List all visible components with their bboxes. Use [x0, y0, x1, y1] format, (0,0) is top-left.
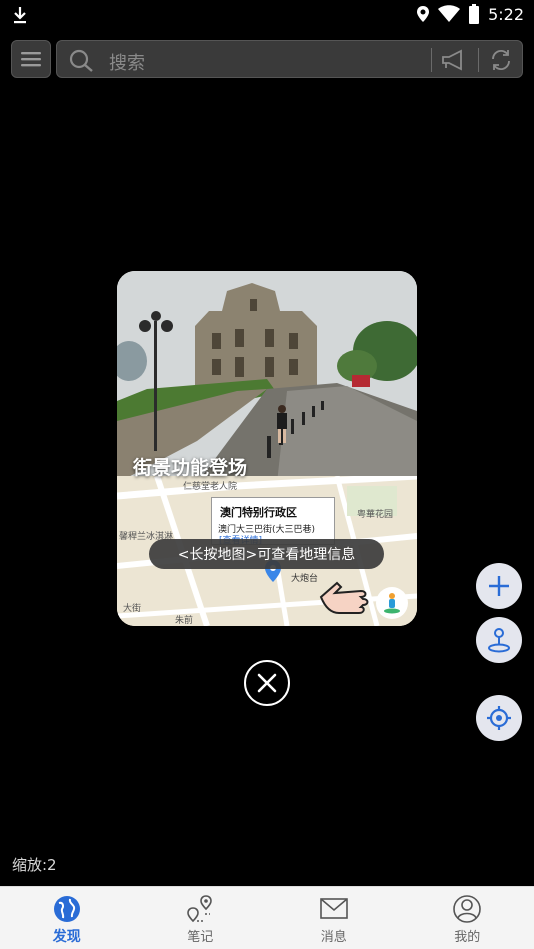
nav-messages[interactable]: 消息: [267, 887, 401, 949]
megaphone-icon: [442, 49, 462, 71]
divider: [431, 48, 432, 72]
nav-notes[interactable]: 笔记: [134, 887, 268, 949]
street-view-promo-card[interactable]: 仁慈堂老人院 粤華花园 馨稈兰冰淇淋 大炮台 大街 朱前 街景功能登场 澳门特别…: [117, 271, 417, 626]
location-icon: [417, 6, 430, 22]
map-label: 粤華花园: [357, 510, 394, 520]
zoom-level-label: 缩放:2: [12, 856, 57, 874]
bottom-navigation: 发现 笔记 消息 我的: [0, 886, 534, 949]
status-time: 5:22: [488, 4, 524, 24]
close-icon: [257, 673, 277, 693]
info-title: 澳门特别行政区: [220, 506, 297, 519]
globe-icon: [53, 896, 80, 922]
street-view-mini-button: [376, 587, 408, 619]
map-label: 仁慈堂老人院: [183, 482, 238, 492]
zoom-in-button[interactable]: [476, 563, 522, 609]
hamburger-icon: [21, 52, 41, 67]
search-icon: [69, 49, 93, 72]
refresh-icon: [492, 49, 510, 71]
search-input[interactable]: 搜索: [56, 40, 523, 78]
pegman-icon: [488, 628, 510, 653]
menu-button[interactable]: [11, 40, 51, 78]
pegman-icon: [384, 593, 400, 614]
divider: [478, 48, 479, 72]
toast-message: <长按地图>可查看地理信息: [149, 539, 384, 569]
wifi-icon: [438, 5, 461, 22]
street-view-button[interactable]: [476, 617, 522, 663]
plus-icon: [489, 576, 509, 596]
map-label: 大炮台: [291, 574, 319, 584]
nav-profile[interactable]: 我的: [401, 887, 534, 949]
refresh-button[interactable]: [487, 47, 515, 73]
promo-title: 街景功能登场: [133, 457, 248, 479]
nav-label: 笔记: [187, 930, 214, 945]
announcement-button[interactable]: [440, 47, 468, 73]
nav-label: 发现: [52, 929, 81, 945]
route-pin-icon: [187, 895, 213, 923]
envelope-icon: [319, 898, 348, 919]
search-placeholder: 搜索: [109, 53, 145, 74]
battery-icon: [469, 4, 480, 24]
street-view-photo: [117, 271, 417, 483]
crosshair-icon: [487, 706, 511, 730]
locate-me-button[interactable]: [476, 695, 522, 741]
map-label: 大街: [123, 604, 142, 614]
map-label: 朱前: [175, 616, 194, 626]
nav-discover[interactable]: 发现: [0, 887, 134, 949]
hand-pointer-icon: [319, 581, 369, 614]
download-icon: [14, 7, 26, 24]
nav-label: 消息: [320, 930, 347, 945]
status-bar: 5:22: [0, 0, 534, 30]
user-icon: [453, 895, 482, 923]
nav-label: 我的: [454, 930, 481, 945]
close-promo-button[interactable]: [244, 660, 290, 706]
